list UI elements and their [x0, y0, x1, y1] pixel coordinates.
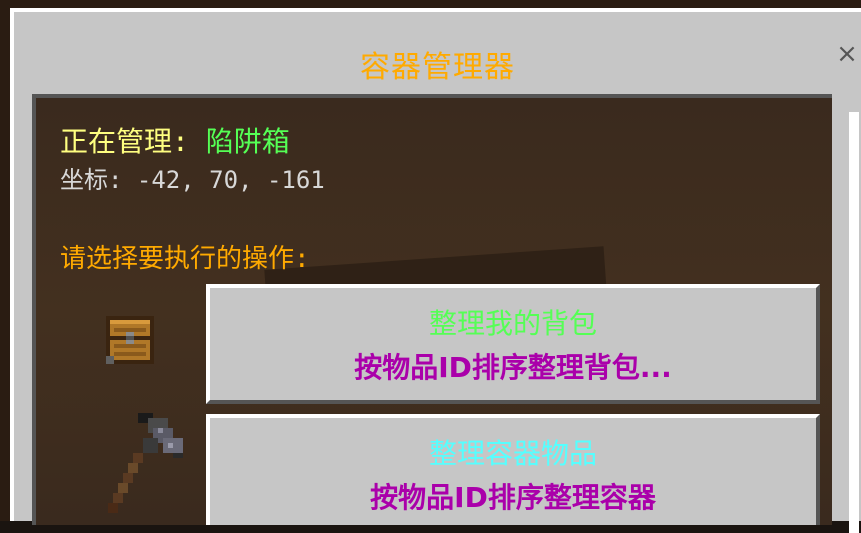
sort-inventory-subtitle: 按物品ID排序整理背包... [354, 351, 672, 384]
sort-inventory-button[interactable]: 整理我的背包 按物品ID排序整理背包... [206, 284, 820, 404]
coords-value: -42, 70, -161 [136, 166, 325, 194]
managing-label: 正在管理: [60, 125, 206, 158]
close-button[interactable]: × [833, 40, 861, 68]
scrollbar[interactable] [849, 112, 859, 533]
managing-line: 正在管理: 陷阱箱 [60, 120, 290, 160]
sort-container-button[interactable]: 整理容器物品 按物品ID排序整理容器 [206, 414, 820, 525]
chest-icon [98, 308, 162, 376]
container-manager-window: 容器管理器 × 正在管理: 陷阱箱 坐标: -42, 70, -161 请选择要… [10, 8, 861, 533]
managing-target: 陷阱箱 [205, 125, 290, 158]
action-prompt: 请选择要执行的操作: [60, 244, 310, 274]
coords-label: 坐标: [60, 166, 137, 194]
window-title: 容器管理器 [360, 50, 515, 85]
hammer-icon [98, 408, 198, 525]
sort-container-title: 整理容器物品 [428, 437, 597, 470]
content-panel: 正在管理: 陷阱箱 坐标: -42, 70, -161 请选择要执行的操作: 整… [32, 94, 832, 525]
sort-container-subtitle: 按物品ID排序整理容器 [370, 481, 656, 514]
sort-inventory-title: 整理我的背包 [428, 307, 597, 340]
coords-line: 坐标: -42, 70, -161 [60, 160, 325, 195]
